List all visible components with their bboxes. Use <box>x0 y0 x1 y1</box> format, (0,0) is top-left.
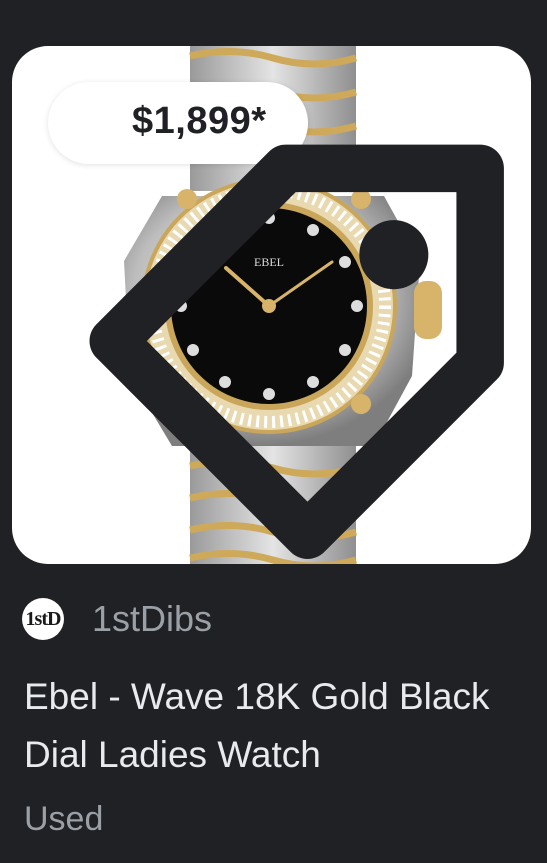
product-card[interactable]: EBEL $1,899* 1stD 1stDibs Ebel - Wave 18… <box>0 0 547 863</box>
source-name[interactable]: 1stDibs <box>92 598 212 640</box>
tag-icon <box>89 144 504 559</box>
1stdibs-logo-icon: 1stD <box>22 598 64 640</box>
source-row[interactable]: 1stD 1stDibs <box>22 596 212 642</box>
product-title[interactable]: Ebel - Wave 18K Gold Black Dial Ladies W… <box>24 668 524 784</box>
price-pill[interactable]: $1,899* <box>48 82 504 559</box>
price-label: $1,899* <box>132 100 267 142</box>
condition-label: Used <box>24 800 104 838</box>
product-image[interactable]: EBEL $1,899* <box>12 46 531 564</box>
